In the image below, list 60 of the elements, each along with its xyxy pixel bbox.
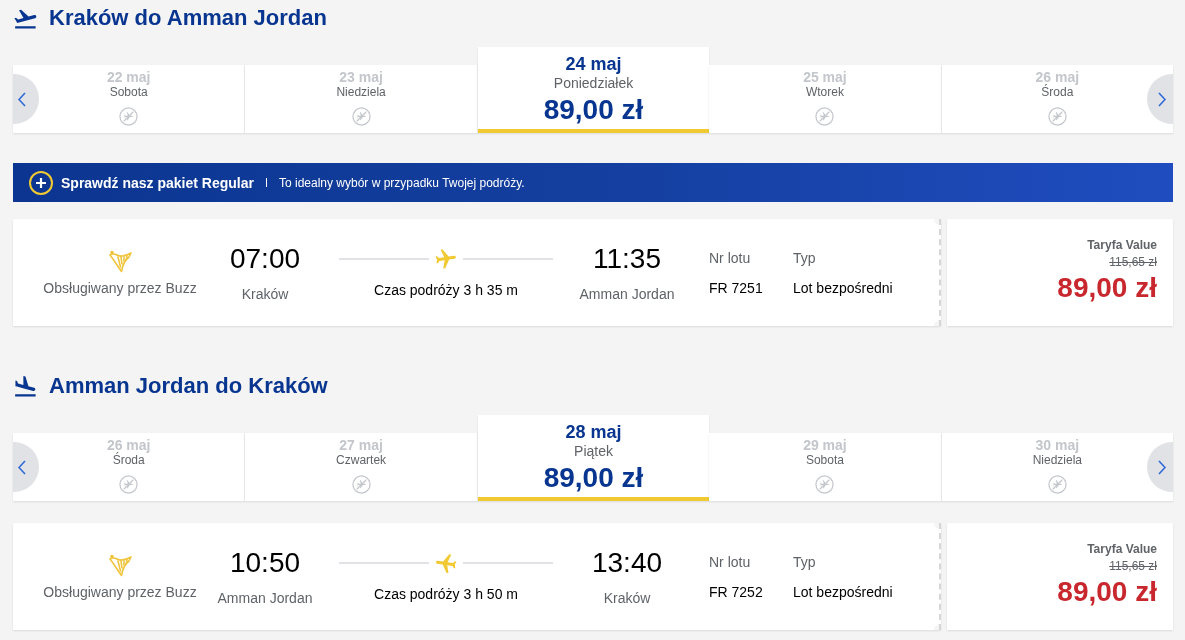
no-flight-icon: [351, 107, 371, 126]
flight-type-label: Typ: [793, 249, 816, 267]
date-tab[interactable]: 26 maj Środa: [941, 65, 1174, 133]
route-title: Amman Jordan do Kraków: [49, 373, 328, 399]
arrival-city: Amman Jordan: [579, 285, 675, 303]
date-tab[interactable]: 25 maj Wtorek: [709, 65, 942, 133]
no-flight-icon: [119, 107, 139, 126]
flight-number: FR 7251: [709, 279, 763, 297]
date-tab[interactable]: 28 maj Piątek 89,00 zł: [477, 415, 710, 501]
no-flight-icon: [351, 475, 371, 494]
route-title: Kraków do Amman Jordan: [49, 5, 327, 31]
flight-type-label: Typ: [793, 553, 816, 571]
departure-city: Kraków: [241, 285, 289, 303]
travel-duration: Czas podróży 3 h 35 m: [373, 281, 519, 299]
flight-number-label: Nr lotu: [709, 249, 751, 267]
date-tab[interactable]: 23 maj Niedziela: [245, 65, 478, 133]
arrival-time: 13:40: [591, 547, 663, 579]
departure-time: 07:00: [229, 243, 301, 275]
operator-label: Obsługiwany przez Buzz: [43, 279, 197, 297]
landing-icon: [14, 375, 37, 397]
flight-type: Lot bezpośredni: [793, 279, 893, 297]
operator-label: Obsługiwany przez Buzz: [43, 583, 197, 601]
promo-banner[interactable]: Sprawdź nasz pakiet Regular To idealny wybór w przypadku Twojej podróży.: [13, 163, 1173, 202]
promo-title: Sprawdź nasz pakiet Regular: [61, 174, 254, 191]
promo-text: To idealny wybór w przypadku Twojej podróży.: [278, 175, 525, 190]
chevron-right-icon: [1158, 459, 1166, 475]
date-tab[interactable]: 30 maj Niedziela: [941, 433, 1174, 501]
harp-logo-icon: [107, 250, 133, 273]
no-flight-icon: [1047, 475, 1067, 494]
flight-number: FR 7252: [709, 583, 763, 601]
date-tab[interactable]: 29 maj Sobota: [709, 433, 942, 501]
date-tab[interactable]: 24 maj Poniedziałek 89,00 zł: [477, 47, 710, 133]
chevron-left-icon: [18, 459, 26, 475]
harp-logo-icon: [107, 554, 133, 577]
departure-time: 10:50: [229, 547, 301, 579]
departure-city: Amman Jordan: [217, 589, 313, 607]
fare-price: 89,00 zł: [1057, 576, 1157, 608]
takeoff-icon: [14, 7, 37, 29]
date-tab[interactable]: 22 maj Sobota: [13, 65, 246, 133]
old-price: 115,65 zł: [1109, 255, 1157, 269]
no-flight-icon: [815, 475, 835, 494]
no-flight-icon: [815, 107, 835, 126]
fare-name: Taryfa Value: [1087, 238, 1157, 252]
plus-icon: [29, 170, 53, 195]
no-flight-icon: [1047, 107, 1067, 126]
flight-type: Lot bezpośredni: [793, 583, 893, 601]
old-price: 115,65 zł: [1109, 559, 1157, 573]
arrival-time: 11:35: [593, 243, 661, 275]
chevron-right-icon: [1158, 91, 1166, 107]
date-tab[interactable]: 27 maj Czwartek: [245, 433, 478, 501]
plane-icon: [434, 249, 458, 269]
chevron-left-icon: [18, 91, 26, 107]
fare-name: Taryfa Value: [1087, 542, 1157, 556]
no-flight-icon: [119, 475, 139, 494]
arrival-city: Kraków: [603, 589, 651, 607]
date-tab[interactable]: 26 maj Środa: [13, 433, 246, 501]
plane-icon: [434, 553, 458, 573]
flight-number-label: Nr lotu: [709, 553, 751, 571]
fare-price: 89,00 zł: [1057, 272, 1157, 304]
travel-duration: Czas podróży 3 h 50 m: [373, 585, 519, 603]
